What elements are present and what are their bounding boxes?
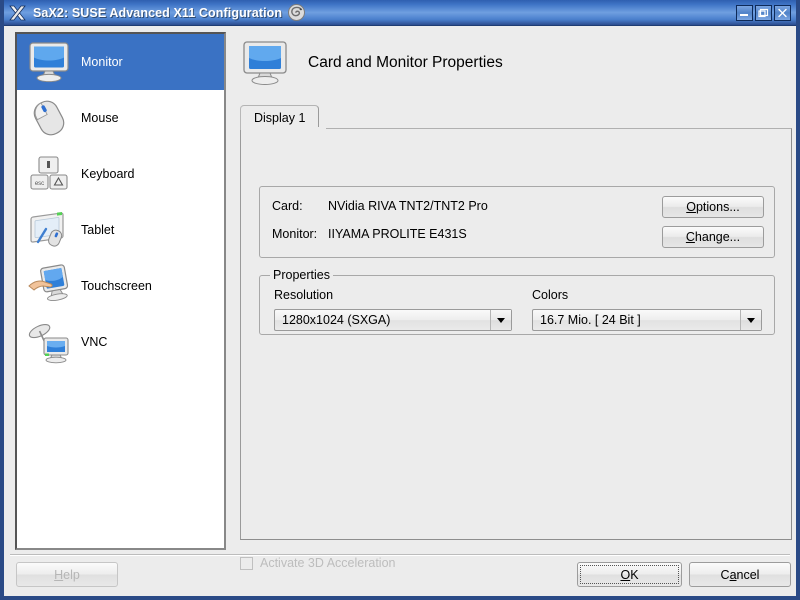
resolution-label: Resolution (274, 288, 334, 302)
keyboard-icon: esc (23, 149, 75, 199)
sidebar-item-label: Tablet (81, 223, 115, 237)
page-title: Card and Monitor Properties (308, 54, 503, 71)
help-button-label: elp (63, 567, 80, 582)
tab-label: Display 1 (254, 111, 306, 125)
footer-divider (10, 554, 790, 556)
sax2-window: SaX2: SUSE Advanced X11 Configuration Mo… (0, 0, 800, 600)
colors-value: 16.7 Mio. [ 24 Bit ] (540, 313, 641, 327)
cancel-button-accel: a (729, 567, 737, 582)
change-button[interactable]: Change... (662, 226, 764, 248)
properties-legend: Properties (270, 268, 333, 282)
resolution-value: 1280x1024 (SXGA) (282, 313, 391, 327)
card-value: NVidia RIVA TNT2/TNT2 Pro (328, 199, 488, 213)
sidebar-item-monitor[interactable]: Monitor (17, 34, 224, 90)
tab-panel-display-1: Card: NVidia RIVA TNT2/TNT2 Pro Monitor:… (240, 128, 792, 540)
close-icon[interactable] (774, 4, 791, 21)
sidebar-item-keyboard[interactable]: esc Keyboard (17, 146, 224, 202)
options-button-label: ptions... (695, 200, 740, 214)
options-button[interactable]: Options... (662, 196, 764, 218)
content-area: Card and Monitor Properties Display 1 Ca… (236, 32, 792, 590)
sidebar-item-mouse[interactable]: Mouse (17, 90, 224, 146)
chevron-down-icon[interactable] (490, 310, 511, 330)
focus-ring (580, 565, 679, 584)
suse-gecko-icon (287, 3, 306, 22)
dialog-footer: Help OK Ca ncel (4, 558, 796, 592)
help-button-accel: H (54, 567, 64, 582)
mouse-icon (23, 93, 75, 143)
colors-dropdown[interactable]: 16.7 Mio. [ 24 Bit ] (532, 309, 762, 331)
sidebar-item-vnc[interactable]: VNC (17, 314, 224, 370)
touchscreen-icon (23, 261, 75, 311)
cancel-button-label: C (720, 567, 730, 582)
help-button[interactable]: Help (16, 562, 118, 587)
card-row: Card: NVidia RIVA TNT2/TNT2 Pro (272, 199, 488, 213)
maximize-icon[interactable] (755, 4, 772, 21)
cancel-button[interactable]: Ca ncel (689, 562, 791, 587)
monitor-value: IIYAMA PROLITE E431S (328, 227, 467, 241)
sidebar-item-label: Keyboard (81, 167, 135, 181)
change-button-accel: C (685, 230, 695, 244)
window-controls (736, 4, 791, 21)
monitor-icon (240, 39, 290, 87)
chevron-down-icon[interactable] (740, 310, 761, 330)
sidebar-item-touchscreen[interactable]: Touchscreen (17, 258, 224, 314)
card-label: Card: (272, 199, 303, 213)
ok-button[interactable]: OK (577, 562, 682, 587)
monitor-label: Monitor: (272, 227, 318, 241)
change-button-label: hange... (694, 230, 741, 244)
category-list[interactable]: Monitor Mouse esc Keyboard Tablet Touchs… (15, 32, 226, 550)
properties-groupbox: Properties Resolution Colors 1280x1024 (… (259, 268, 775, 335)
colors-label: Colors (532, 288, 569, 302)
cancel-button-label-rest: ncel (736, 567, 760, 582)
page-header: Card and Monitor Properties (236, 32, 790, 94)
resolution-dropdown[interactable]: 1280x1024 (SXGA) (274, 309, 512, 331)
svg-text:esc: esc (35, 181, 44, 187)
monitor-row: Monitor: IIYAMA PROLITE E431S (272, 227, 467, 241)
device-info-frame: Card: NVidia RIVA TNT2/TNT2 Pro Monitor:… (259, 186, 775, 258)
sidebar-item-label: Monitor (81, 55, 123, 69)
minimize-icon[interactable] (736, 4, 753, 21)
window-body: Monitor Mouse esc Keyboard Tablet Touchs… (4, 26, 796, 596)
vnc-icon (23, 317, 75, 367)
window-titlebar[interactable]: SaX2: SUSE Advanced X11 Configuration (4, 0, 796, 26)
sidebar-item-label: Touchscreen (81, 279, 152, 293)
options-button-accel: O (686, 200, 696, 214)
sidebar-item-label: Mouse (81, 111, 119, 125)
tablet-icon (23, 205, 75, 255)
sidebar-item-tablet[interactable]: Tablet (17, 202, 224, 258)
x-logo-icon (8, 3, 28, 23)
window-title: SaX2: SUSE Advanced X11 Configuration (33, 5, 283, 20)
tab-panel-merge (241, 127, 326, 130)
monitor-icon (23, 37, 75, 87)
sidebar-item-label: VNC (81, 335, 108, 349)
